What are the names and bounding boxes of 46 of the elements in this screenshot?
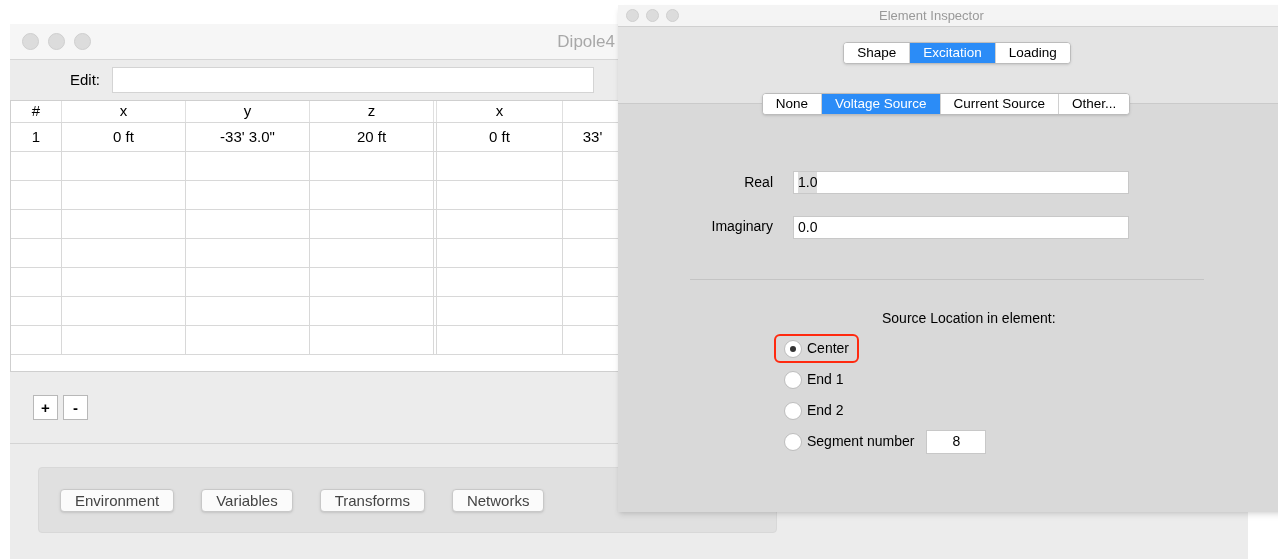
window-control-icon[interactable] bbox=[626, 9, 639, 22]
field-label: Imaginary bbox=[711, 217, 773, 236]
column-header[interactable]: z bbox=[367, 101, 376, 123]
edit-label: Edit: bbox=[70, 69, 100, 90]
radio-option[interactable]: End 2 bbox=[774, 396, 854, 425]
radio-option[interactable]: End 1 bbox=[774, 365, 854, 394]
table-cell-text: 0 ft bbox=[113, 126, 134, 147]
window-control-icon[interactable] bbox=[22, 33, 39, 50]
table-cell-text: 20 ft bbox=[356, 126, 387, 147]
toolbar-button[interactable]: Variables bbox=[201, 488, 293, 512]
edit-field[interactable] bbox=[112, 67, 594, 93]
segment-number-field[interactable]: 8 bbox=[926, 429, 987, 454]
column-header[interactable]: x bbox=[495, 101, 504, 123]
window-control-icon[interactable] bbox=[74, 33, 91, 50]
radio-option[interactable]: Center bbox=[774, 334, 860, 363]
radio-button[interactable] bbox=[784, 339, 802, 358]
toolbar-button[interactable]: Environment bbox=[60, 488, 175, 512]
radio-option[interactable]: Segment number bbox=[774, 427, 925, 456]
radio-button[interactable] bbox=[784, 432, 802, 451]
text-field[interactable]: 1.0 bbox=[793, 171, 1129, 194]
window-control-icon[interactable] bbox=[646, 9, 659, 22]
column-header[interactable]: y bbox=[243, 101, 252, 123]
toolbar-button[interactable]: Transforms bbox=[319, 488, 425, 512]
column-header[interactable]: x bbox=[119, 101, 128, 123]
window-title: Dipole4 bbox=[557, 30, 615, 53]
column-header[interactable]: # bbox=[31, 101, 41, 123]
table-cell-text: 0 ft bbox=[489, 126, 510, 147]
radio-button[interactable] bbox=[784, 401, 802, 420]
add-button[interactable]: + bbox=[33, 395, 58, 420]
window-control-icon[interactable] bbox=[666, 9, 679, 22]
segment-tab[interactable]: Shape bbox=[844, 43, 910, 63]
table-cell-text: -33' 3.0" bbox=[220, 126, 275, 147]
segment-tab[interactable]: Other... bbox=[1058, 94, 1130, 114]
toolbar-button[interactable]: Networks bbox=[451, 488, 545, 512]
field-label: Real bbox=[744, 173, 773, 192]
table-cell-text: 1 bbox=[31, 126, 41, 147]
segment-tab[interactable]: Loading bbox=[994, 43, 1070, 63]
segment-tab[interactable]: None bbox=[762, 94, 821, 114]
segment-tab[interactable]: Current Source bbox=[939, 94, 1059, 114]
text-field[interactable]: 0.0 bbox=[793, 216, 1129, 239]
table-cell-text: 33' bbox=[582, 126, 603, 147]
remove-button[interactable]: - bbox=[63, 395, 88, 420]
window-title: Element Inspector bbox=[879, 6, 984, 25]
section-label: Source Location in element: bbox=[882, 310, 1056, 326]
radio-button[interactable] bbox=[784, 370, 802, 389]
window-control-icon[interactable] bbox=[48, 33, 65, 50]
